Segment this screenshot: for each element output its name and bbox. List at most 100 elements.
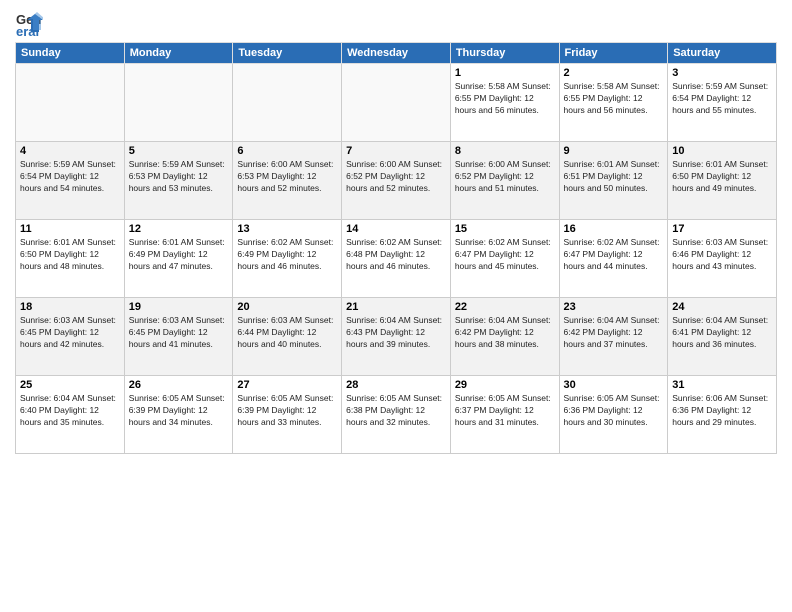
cell-info: Sunrise: 6:05 AM Sunset: 6:37 PM Dayligh… bbox=[455, 393, 555, 429]
cell-day-number: 31 bbox=[672, 379, 772, 391]
cell-day-number: 4 bbox=[20, 145, 120, 157]
calendar-cell: 19 Sunrise: 6:03 AM Sunset: 6:45 PM Dayli… bbox=[124, 298, 233, 376]
logo-icon: Gen eral bbox=[15, 10, 43, 38]
cell-day-number: 8 bbox=[455, 145, 555, 157]
cell-day-number: 5 bbox=[129, 145, 229, 157]
header: Gen eral bbox=[15, 10, 777, 38]
cell-info: Sunrise: 6:05 AM Sunset: 6:36 PM Dayligh… bbox=[564, 393, 664, 429]
cell-info: Sunrise: 6:03 AM Sunset: 6:45 PM Dayligh… bbox=[129, 315, 229, 351]
weekday-header: Friday bbox=[559, 43, 668, 64]
cell-info: Sunrise: 6:03 AM Sunset: 6:45 PM Dayligh… bbox=[20, 315, 120, 351]
calendar-cell: 25Sunrise: 6:04 AM Sunset: 6:40 PM Dayli… bbox=[16, 376, 125, 454]
cell-day-number: 15 bbox=[455, 223, 555, 235]
cell-day-number: 9 bbox=[564, 145, 664, 157]
cell-day-number: 13 bbox=[237, 223, 337, 235]
calendar-cell: 20 Sunrise: 6:03 AM Sunset: 6:44 PM Dayli… bbox=[233, 298, 342, 376]
cell-day-number: 3 bbox=[672, 67, 772, 79]
calendar-cell: 12 Sunrise: 6:01 AM Sunset: 6:49 PM Dayli… bbox=[124, 220, 233, 298]
cell-info: Sunrise: 6:03 AM Sunset: 6:46 PM Dayligh… bbox=[672, 237, 772, 273]
weekday-header: Wednesday bbox=[342, 43, 451, 64]
cell-day-number: 14 bbox=[346, 223, 446, 235]
calendar-cell: 9 Sunrise: 6:01 AM Sunset: 6:51 PM Daylig… bbox=[559, 142, 668, 220]
calendar-week-row: 18 Sunrise: 6:03 AM Sunset: 6:45 PM Dayli… bbox=[16, 298, 777, 376]
cell-info: Sunrise: 5:59 AM Sunset: 6:54 PM Dayligh… bbox=[20, 159, 120, 195]
cell-info: Sunrise: 5:58 AM Sunset: 6:55 PM Dayligh… bbox=[564, 81, 664, 117]
weekday-header: Saturday bbox=[668, 43, 777, 64]
calendar-cell: 14 Sunrise: 6:02 AM Sunset: 6:48 PM Dayli… bbox=[342, 220, 451, 298]
cell-day-number: 30 bbox=[564, 379, 664, 391]
cell-info: Sunrise: 6:03 AM Sunset: 6:44 PM Dayligh… bbox=[237, 315, 337, 351]
cell-info: Sunrise: 6:05 AM Sunset: 6:39 PM Dayligh… bbox=[129, 393, 229, 429]
cell-day-number: 22 bbox=[455, 301, 555, 313]
calendar-cell: 26 Sunrise: 6:05 AM Sunset: 6:39 PM Dayli… bbox=[124, 376, 233, 454]
cell-info: Sunrise: 6:02 AM Sunset: 6:48 PM Dayligh… bbox=[346, 237, 446, 273]
weekday-header: Tuesday bbox=[233, 43, 342, 64]
calendar-cell: 31 Sunrise: 6:06 AM Sunset: 6:36 PM Dayli… bbox=[668, 376, 777, 454]
cell-day-number: 11 bbox=[20, 223, 120, 235]
cell-day-number: 19 bbox=[129, 301, 229, 313]
cell-info: Sunrise: 6:02 AM Sunset: 6:47 PM Dayligh… bbox=[455, 237, 555, 273]
cell-info: Sunrise: 6:02 AM Sunset: 6:49 PM Dayligh… bbox=[237, 237, 337, 273]
calendar-cell: 11Sunrise: 6:01 AM Sunset: 6:50 PM Dayli… bbox=[16, 220, 125, 298]
cell-info: Sunrise: 6:05 AM Sunset: 6:38 PM Dayligh… bbox=[346, 393, 446, 429]
calendar-cell: 28 Sunrise: 6:05 AM Sunset: 6:38 PM Dayli… bbox=[342, 376, 451, 454]
logo: Gen eral bbox=[15, 10, 45, 38]
calendar-cell: 18 Sunrise: 6:03 AM Sunset: 6:45 PM Dayli… bbox=[16, 298, 125, 376]
cell-info: Sunrise: 5:58 AM Sunset: 6:55 PM Dayligh… bbox=[455, 81, 555, 117]
calendar-table: SundayMondayTuesdayWednesdayThursdayFrid… bbox=[15, 42, 777, 454]
calendar-header-row: SundayMondayTuesdayWednesdayThursdayFrid… bbox=[16, 43, 777, 64]
cell-info: Sunrise: 6:00 AM Sunset: 6:53 PM Dayligh… bbox=[237, 159, 337, 195]
cell-day-number: 2 bbox=[564, 67, 664, 79]
cell-info: Sunrise: 6:01 AM Sunset: 6:50 PM Dayligh… bbox=[672, 159, 772, 195]
cell-day-number: 26 bbox=[129, 379, 229, 391]
calendar-cell: 21Sunrise: 6:04 AM Sunset: 6:43 PM Dayli… bbox=[342, 298, 451, 376]
cell-day-number: 23 bbox=[564, 301, 664, 313]
cell-day-number: 18 bbox=[20, 301, 120, 313]
cell-day-number: 20 bbox=[237, 301, 337, 313]
calendar-cell bbox=[342, 64, 451, 142]
calendar-cell: 13 Sunrise: 6:02 AM Sunset: 6:49 PM Dayli… bbox=[233, 220, 342, 298]
calendar-cell: 24 Sunrise: 6:04 AM Sunset: 6:41 PM Dayli… bbox=[668, 298, 777, 376]
cell-info: Sunrise: 5:59 AM Sunset: 6:54 PM Dayligh… bbox=[672, 81, 772, 117]
calendar-cell: 30 Sunrise: 6:05 AM Sunset: 6:36 PM Dayli… bbox=[559, 376, 668, 454]
cell-day-number: 16 bbox=[564, 223, 664, 235]
cell-info: Sunrise: 6:01 AM Sunset: 6:49 PM Dayligh… bbox=[129, 237, 229, 273]
calendar-cell: 16 Sunrise: 6:02 AM Sunset: 6:47 PM Dayli… bbox=[559, 220, 668, 298]
cell-info: Sunrise: 6:05 AM Sunset: 6:39 PM Dayligh… bbox=[237, 393, 337, 429]
weekday-header: Sunday bbox=[16, 43, 125, 64]
cell-day-number: 6 bbox=[237, 145, 337, 157]
calendar-cell bbox=[16, 64, 125, 142]
calendar-cell: 7Sunrise: 6:00 AM Sunset: 6:52 PM Daylig… bbox=[342, 142, 451, 220]
cell-info: Sunrise: 6:04 AM Sunset: 6:42 PM Dayligh… bbox=[455, 315, 555, 351]
cell-day-number: 21 bbox=[346, 301, 446, 313]
cell-info: Sunrise: 6:01 AM Sunset: 6:51 PM Dayligh… bbox=[564, 159, 664, 195]
calendar-cell: 29Sunrise: 6:05 AM Sunset: 6:37 PM Dayli… bbox=[450, 376, 559, 454]
calendar-cell: 8 Sunrise: 6:00 AM Sunset: 6:52 PM Daylig… bbox=[450, 142, 559, 220]
calendar-week-row: 25Sunrise: 6:04 AM Sunset: 6:40 PM Dayli… bbox=[16, 376, 777, 454]
calendar-week-row: 11Sunrise: 6:01 AM Sunset: 6:50 PM Dayli… bbox=[16, 220, 777, 298]
cell-info: Sunrise: 6:02 AM Sunset: 6:47 PM Dayligh… bbox=[564, 237, 664, 273]
calendar-cell: 3 Sunrise: 5:59 AM Sunset: 6:54 PM Daylig… bbox=[668, 64, 777, 142]
calendar-week-row: 1 Sunrise: 5:58 AM Sunset: 6:55 PM Daylig… bbox=[16, 64, 777, 142]
cell-day-number: 1 bbox=[455, 67, 555, 79]
cell-info: Sunrise: 6:00 AM Sunset: 6:52 PM Dayligh… bbox=[346, 159, 446, 195]
cell-day-number: 24 bbox=[672, 301, 772, 313]
weekday-header: Monday bbox=[124, 43, 233, 64]
cell-info: Sunrise: 6:04 AM Sunset: 6:41 PM Dayligh… bbox=[672, 315, 772, 351]
cell-day-number: 17 bbox=[672, 223, 772, 235]
cell-day-number: 12 bbox=[129, 223, 229, 235]
cell-day-number: 28 bbox=[346, 379, 446, 391]
cell-day-number: 25 bbox=[20, 379, 120, 391]
calendar-cell: 15 Sunrise: 6:02 AM Sunset: 6:47 PM Dayli… bbox=[450, 220, 559, 298]
calendar-cell bbox=[233, 64, 342, 142]
calendar-cell: 22 Sunrise: 6:04 AM Sunset: 6:42 PM Dayli… bbox=[450, 298, 559, 376]
cell-info: Sunrise: 6:06 AM Sunset: 6:36 PM Dayligh… bbox=[672, 393, 772, 429]
calendar-cell: 17 Sunrise: 6:03 AM Sunset: 6:46 PM Dayli… bbox=[668, 220, 777, 298]
calendar-cell: 2 Sunrise: 5:58 AM Sunset: 6:55 PM Daylig… bbox=[559, 64, 668, 142]
calendar-cell: 6 Sunrise: 6:00 AM Sunset: 6:53 PM Daylig… bbox=[233, 142, 342, 220]
calendar-cell: 10Sunrise: 6:01 AM Sunset: 6:50 PM Dayli… bbox=[668, 142, 777, 220]
calendar-week-row: 4 Sunrise: 5:59 AM Sunset: 6:54 PM Daylig… bbox=[16, 142, 777, 220]
cell-info: Sunrise: 6:00 AM Sunset: 6:52 PM Dayligh… bbox=[455, 159, 555, 195]
calendar-cell bbox=[124, 64, 233, 142]
calendar-cell: 5Sunrise: 5:59 AM Sunset: 6:53 PM Daylig… bbox=[124, 142, 233, 220]
